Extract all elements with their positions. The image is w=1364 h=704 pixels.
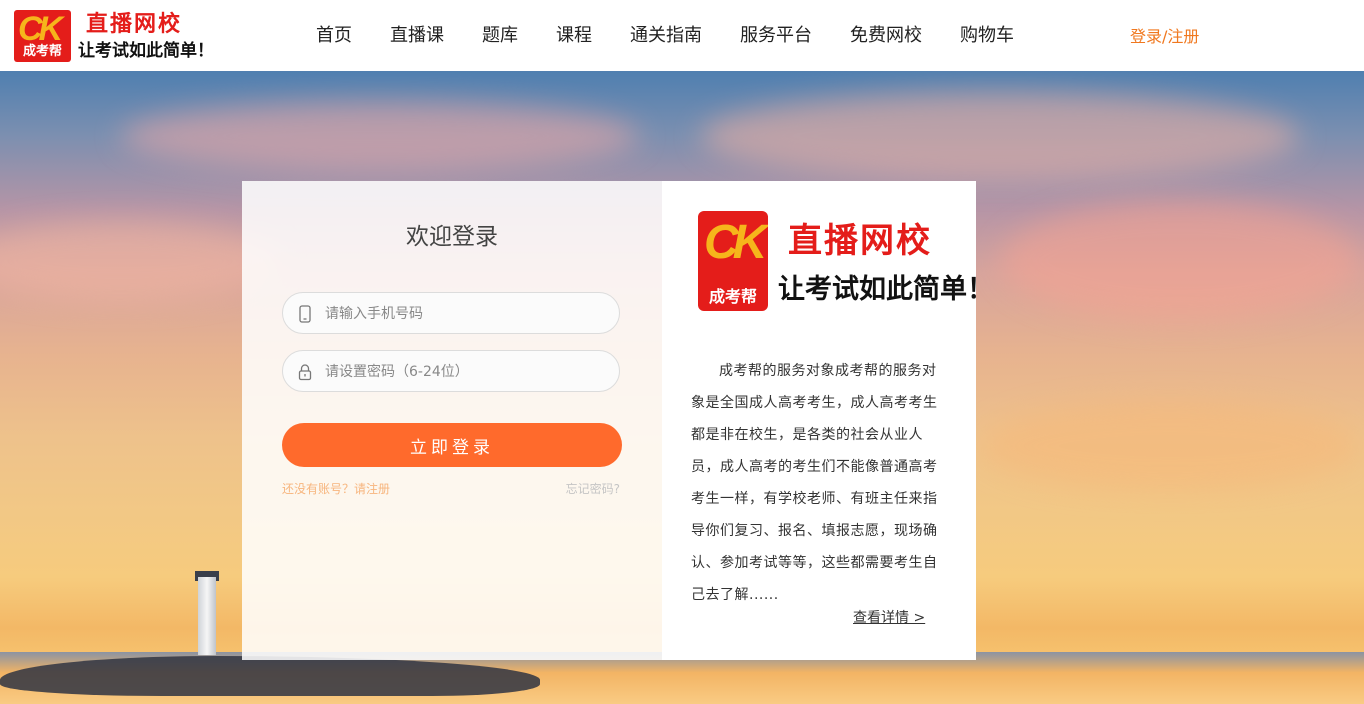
logo-k-glyph: CK [18,10,63,48]
brand-panel: CK 成考帮 直播网校 让考试如此简单！ 成考帮的服务对象成考帮的服务对象是全国… [662,181,994,660]
nav-item-courses[interactable]: 课程 [556,0,592,71]
phone-icon [299,305,311,323]
site-logo[interactable]: CK 成考帮 直播网校 让考试如此简单！ [14,10,214,62]
brand-logo: CK 成考帮 直播网校 让考试如此简单！ [698,211,994,311]
phone-input[interactable] [323,293,607,335]
nav-item-cart[interactable]: 购物车 [960,0,1014,71]
login-register-link[interactable]: 登录/注册 [1130,0,1199,74]
nav-item-question-bank[interactable]: 题库 [482,0,518,71]
brand-title: 直播网校 [788,221,932,261]
nav-item-service-platform[interactable]: 服务平台 [740,0,812,71]
brand-k-glyph: CK [704,216,767,269]
logo-mark-text: 成考帮 [22,44,62,59]
nav-item-guide[interactable]: 通关指南 [630,0,702,71]
login-card: 欢迎登录 立即登录 还没有账号？请注册 忘记密码? CK 成考帮 [242,181,994,660]
view-details-link[interactable]: 查看详情 > [853,607,925,627]
forgot-password-link[interactable]: 忘记密码? [566,481,620,497]
register-link[interactable]: 还没有账号？请注册 [282,481,390,497]
login-submit-button[interactable]: 立即登录 [282,423,622,467]
password-input[interactable] [323,351,607,393]
cloud [1000,201,1360,321]
site-header: CK 成考帮 直播网校 让考试如此简单！ 首页 直播课 题库 课程 通关指南 服… [0,0,1364,71]
login-title: 欢迎登录 [406,224,498,250]
login-form-panel: 欢迎登录 立即登录 还没有账号？请注册 忘记密码? [242,181,662,660]
logo-slogan: 让考试如此简单！ [78,41,214,61]
nav-item-home[interactable]: 首页 [316,0,352,71]
phone-field[interactable] [282,292,620,335]
brand-mark-text: 成考帮 [708,287,757,306]
lighthouse [198,577,216,655]
brand-description: 成考帮的服务对象成考帮的服务对象是全国成人高考考生，成人高考考生都是非在校生，是… [691,363,938,603]
cloud [0,221,280,301]
brand-slogan: 让考试如此简单！ [778,274,994,305]
lock-icon [298,364,312,381]
nav-item-live-courses[interactable]: 直播课 [390,0,444,71]
brand-mark: CK 成考帮 [698,211,768,311]
cloud [980,401,1360,491]
cloud [120,101,640,171]
main-nav: 首页 直播课 题库 课程 通关指南 服务平台 免费网校 购物车 [297,0,1033,71]
nav-item-free-school[interactable]: 免费网校 [850,0,922,71]
cloud [700,91,1300,181]
logo-title: 直播网校 [86,12,183,37]
logo-mark: CK 成考帮 [14,10,71,62]
password-field[interactable] [282,350,620,393]
